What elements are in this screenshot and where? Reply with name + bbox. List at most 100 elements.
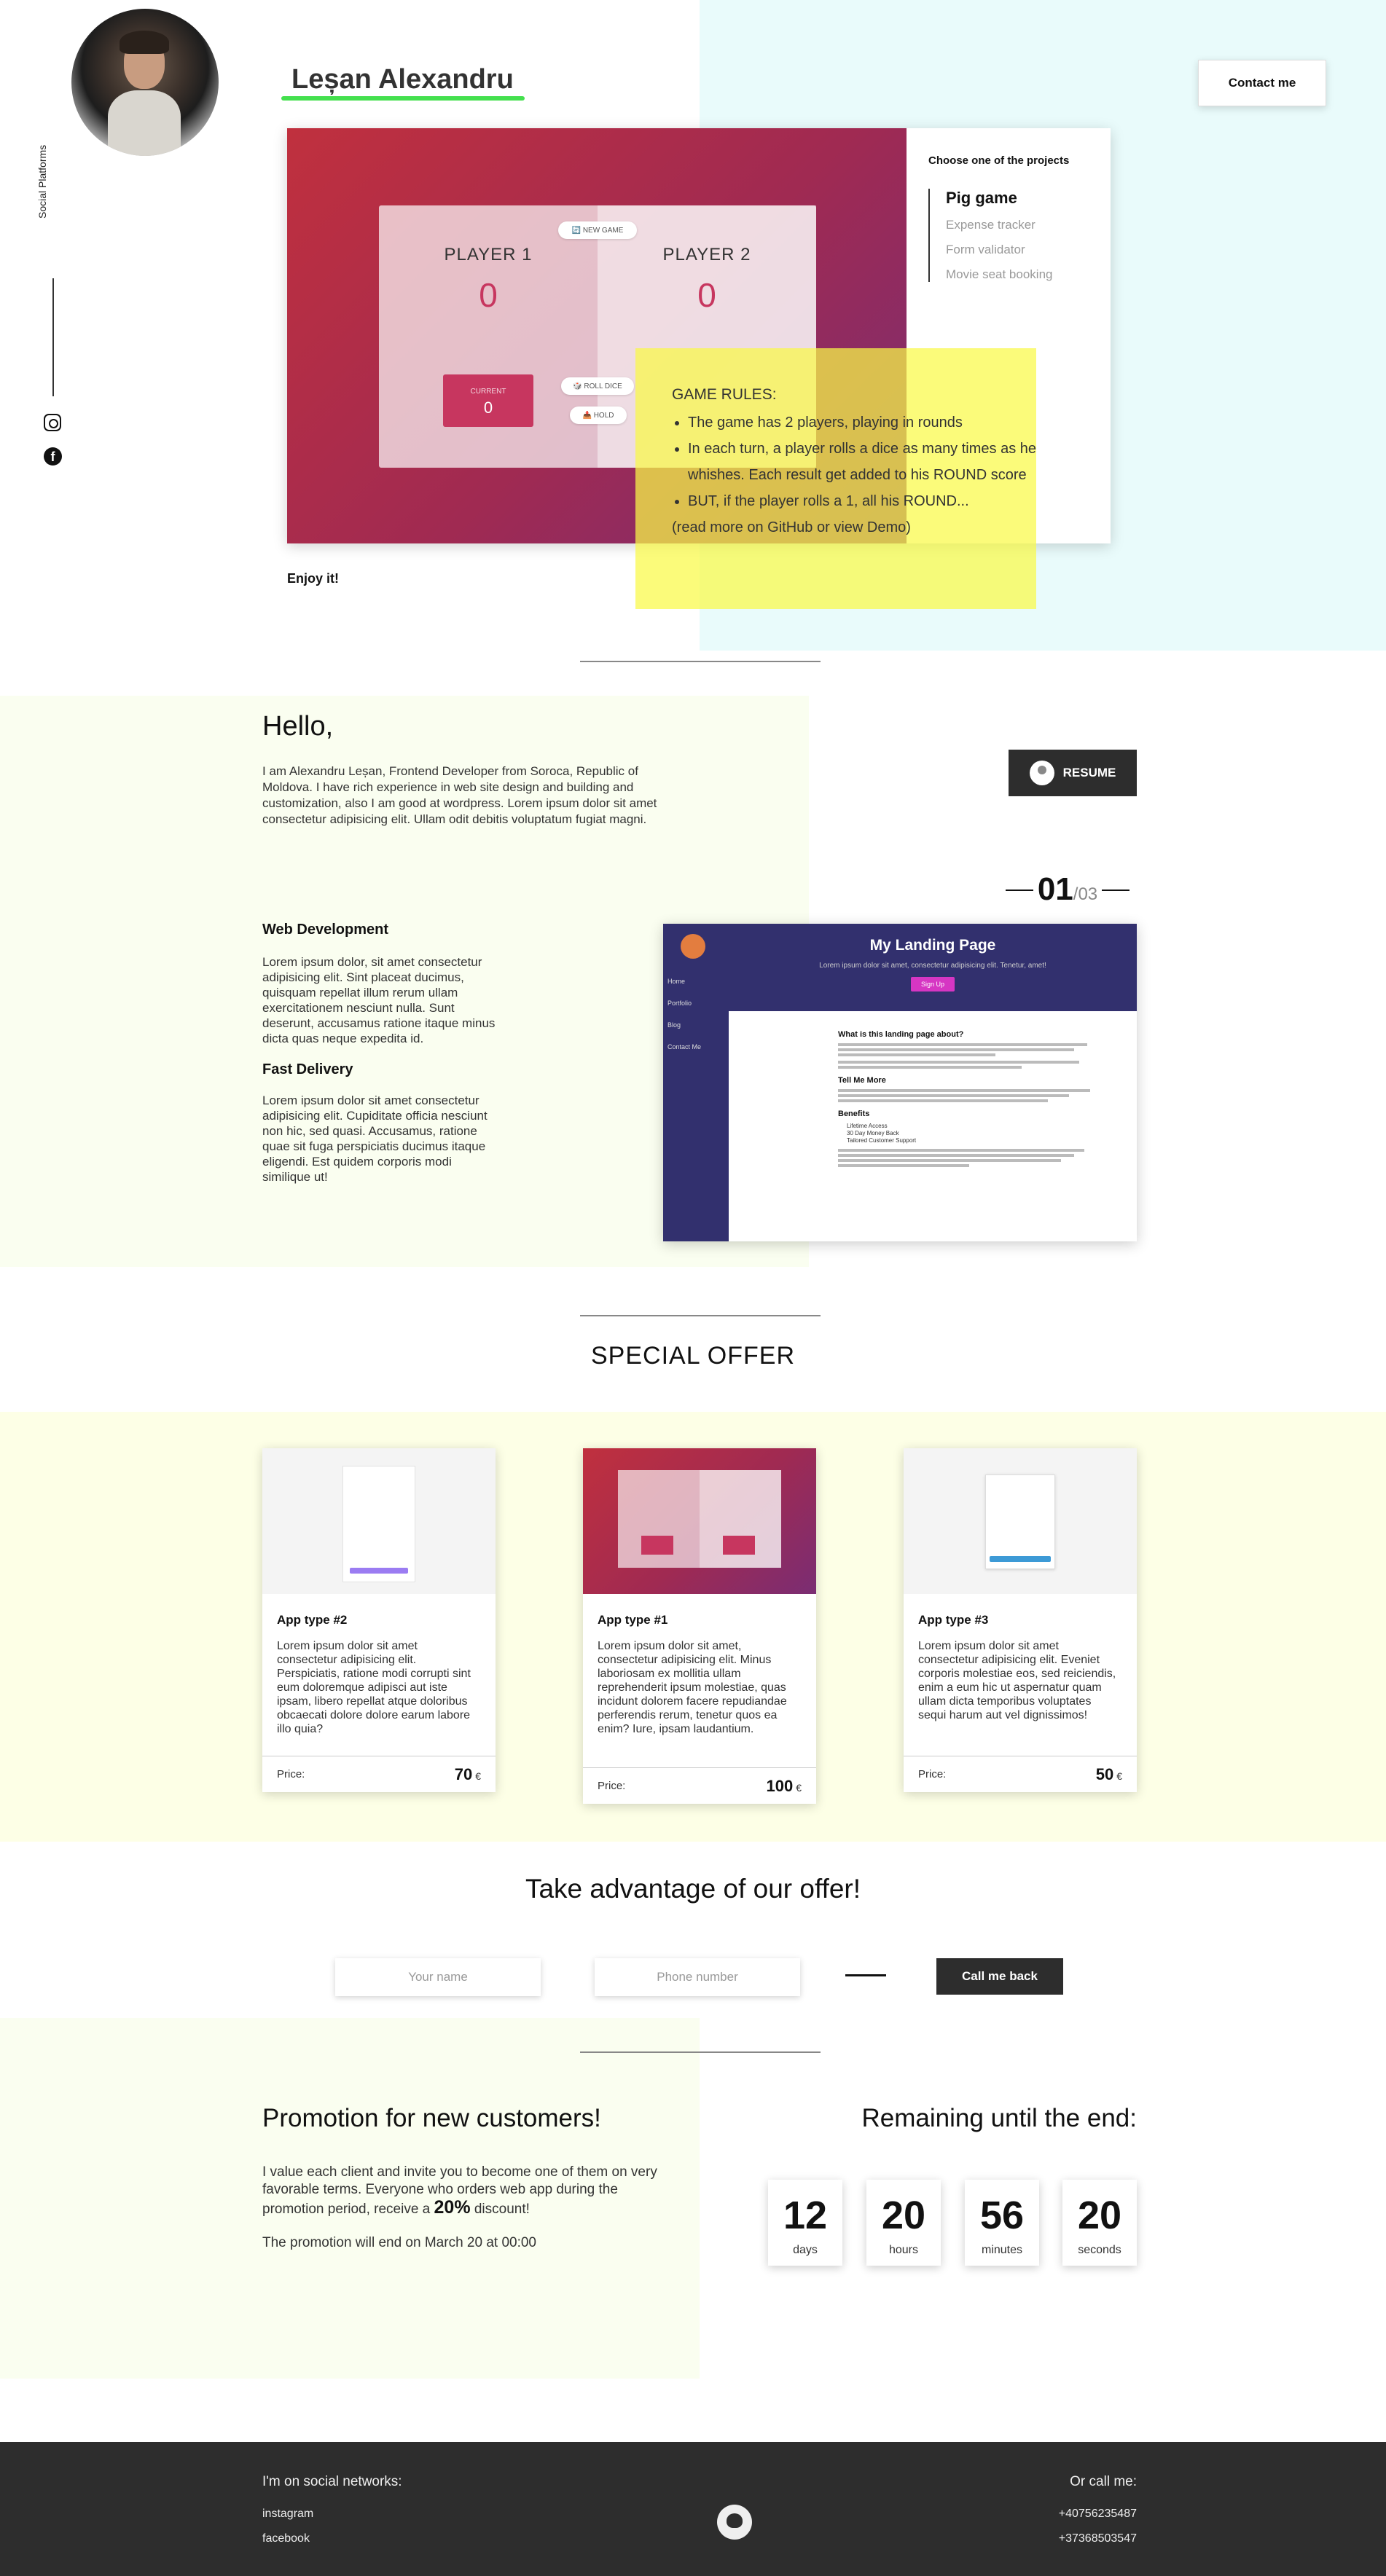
player2-score: 0: [697, 276, 716, 314]
footer-call-title: Or call me:: [1070, 2474, 1137, 2489]
offer-card-text: Lorem ipsum dolor sit amet consectetur a…: [918, 1640, 1116, 1721]
offer-card[interactable]: App type #1 Lorem ipsum dolor sit amet, …: [583, 1448, 816, 1804]
offer-card-title: App type #3: [918, 1613, 989, 1627]
prev-arrow-icon[interactable]: [1005, 890, 1033, 891]
countdown-seconds: 20 seconds: [1062, 2180, 1137, 2266]
new-game-button: 🔄 NEW GAME: [558, 221, 637, 239]
service-title: Fast Delivery: [262, 1061, 353, 1077]
slide-counter: 01 /03: [998, 871, 1137, 908]
price-currency: €: [1116, 1770, 1122, 1782]
countdown-unit: days: [793, 2244, 818, 2256]
section-divider: [580, 661, 821, 662]
price-label: Price:: [918, 1768, 947, 1780]
service-text: Lorem ipsum dolor sit amet consectetur a…: [262, 1093, 488, 1184]
service-text: Lorem ipsum dolor, sit amet consectetur …: [262, 955, 496, 1045]
roll-dice-button: 🎲 ROLL DICE: [561, 377, 634, 395]
price-value: 100: [766, 1776, 794, 1795]
user-icon: [1029, 761, 1054, 785]
call-me-back-button[interactable]: Call me back: [936, 1958, 1063, 1995]
preview-nav-item: Contact Me: [667, 1043, 702, 1051]
offer-card-image: [583, 1448, 816, 1594]
section-divider: [580, 2051, 821, 2053]
phone-input[interactable]: [595, 1958, 800, 1996]
resume-button[interactable]: RESUME: [1009, 750, 1137, 796]
preview-heading: Tell Me More: [838, 1076, 886, 1085]
arrow-right-icon: [845, 1974, 886, 1976]
preview-avatar: [681, 934, 705, 959]
offer-card[interactable]: App type #3 Lorem ipsum dolor sit amet c…: [904, 1448, 1137, 1792]
preview-title: My Landing Page: [869, 937, 996, 954]
preview-subtitle: Lorem ipsum dolor sit amet, consectetur …: [819, 962, 1046, 970]
offer-card-text: Lorem ipsum dolor sit amet consectetur a…: [277, 1640, 471, 1735]
preview-sidebar: Home Portfolio Blog Contact Me: [663, 924, 729, 1241]
offer-card-footer: Price: 50 €: [904, 1756, 1137, 1792]
footer-phone-link[interactable]: +37368503547: [1020, 2532, 1137, 2545]
offer-title: SPECIAL OFFER: [590, 1342, 796, 1370]
offer-card-footer: Price: 100 €: [583, 1767, 816, 1804]
countdown-unit: minutes: [981, 2244, 1023, 2256]
social-divider: [52, 278, 54, 396]
facebook-icon[interactable]: f: [44, 447, 62, 466]
landing-page-preview[interactable]: Home Portfolio Blog Contact Me My Landin…: [663, 924, 1137, 1241]
countdown-value: 20: [1077, 2194, 1122, 2237]
price-currency: €: [475, 1770, 481, 1782]
preview-signup-button: Sign Up: [910, 977, 955, 991]
cta-title: Take advantage of our offer!: [525, 1874, 861, 1904]
offer-card-image: [904, 1448, 1137, 1594]
avatar: [71, 9, 219, 156]
section-divider: [580, 1315, 821, 1316]
rule-item: BUT, if the player rolls a 1, all his RO…: [688, 488, 1036, 514]
project-item-pig-game[interactable]: Pig game: [946, 189, 1111, 208]
footer-facebook-link[interactable]: facebook: [262, 2532, 310, 2545]
preview-nav-item: Blog: [667, 1021, 681, 1029]
name-input[interactable]: [335, 1958, 541, 1996]
countdown-hours: 20 hours: [866, 2180, 941, 2266]
social-platforms-label: Social Platforms: [36, 144, 48, 219]
preview-benefit: Tailored Customer Support: [847, 1137, 917, 1144]
rules-more-link[interactable]: (read more on GitHub or view Demo): [672, 514, 1036, 541]
page-title: Leșan Alexandru: [291, 64, 514, 95]
about-title: Hello,: [262, 711, 334, 742]
preview-header: My Landing Page Lorem ipsum dolor sit am…: [729, 924, 1137, 1011]
current-label: CURRENT: [470, 388, 506, 396]
preview-benefit: 30 Day Money Back: [847, 1130, 899, 1136]
contact-me-button[interactable]: Contact me: [1198, 60, 1326, 106]
price-value: 70: [454, 1764, 473, 1783]
footer-social-title: I'm on social networks:: [262, 2474, 402, 2489]
preview-content: What is this landing page about? Tell Me…: [838, 1023, 1100, 1169]
instagram-icon[interactable]: [44, 414, 61, 431]
current-score-box: CURRENT 0: [443, 374, 533, 427]
offer-card[interactable]: App type #2 Lorem ipsum dolor sit amet c…: [262, 1448, 496, 1792]
price-label: Price:: [277, 1768, 305, 1780]
countdown-value: 56: [979, 2194, 1025, 2237]
project-caption: Enjoy it!: [287, 571, 339, 586]
offer-card-image: [262, 1448, 496, 1594]
project-item-expense-tracker[interactable]: Expense tracker: [946, 218, 1111, 232]
next-arrow-icon[interactable]: [1102, 890, 1130, 891]
promo-end-date: The promotion will end on March 20 at 00…: [262, 2235, 536, 2250]
offer-card-text: Lorem ipsum dolor sit amet, consectetur …: [598, 1640, 787, 1735]
promo-discount: 20%: [434, 2197, 471, 2218]
preview-benefit: Lifetime Access: [847, 1123, 888, 1129]
rules-title: GAME RULES:: [672, 386, 777, 403]
title-underline: [281, 96, 525, 101]
countdown-value: 20: [881, 2194, 926, 2237]
footer-instagram-link[interactable]: instagram: [262, 2508, 313, 2521]
github-icon[interactable]: [717, 2505, 752, 2540]
project-item-movie-seat-booking[interactable]: Movie seat booking: [946, 267, 1111, 282]
project-item-form-validator[interactable]: Form validator: [946, 243, 1111, 257]
resume-label: RESUME: [1062, 766, 1116, 780]
countdown-title: Remaining until the end:: [861, 2104, 1137, 2132]
footer: I'm on social networks: instagram facebo…: [0, 2442, 1386, 2576]
game-rules-panel: GAME RULES: The game has 2 players, play…: [635, 348, 1036, 609]
hold-button: 📥 HOLD: [570, 407, 627, 424]
slide-current: 01: [1037, 871, 1073, 907]
preview-nav-item: Home: [667, 978, 686, 985]
footer-phone-link[interactable]: +40756235487: [1020, 2508, 1137, 2521]
player2-label: PLAYER 2: [662, 245, 751, 264]
countdown-value: 12: [783, 2194, 828, 2237]
service-title: Web Development: [262, 922, 388, 938]
promo-text: I value each client and invite you to be…: [262, 2164, 657, 2218]
project-list-heading: Choose one of the projects: [928, 154, 1070, 167]
rule-item: In each turn, a player rolls a dice as m…: [688, 436, 1036, 488]
